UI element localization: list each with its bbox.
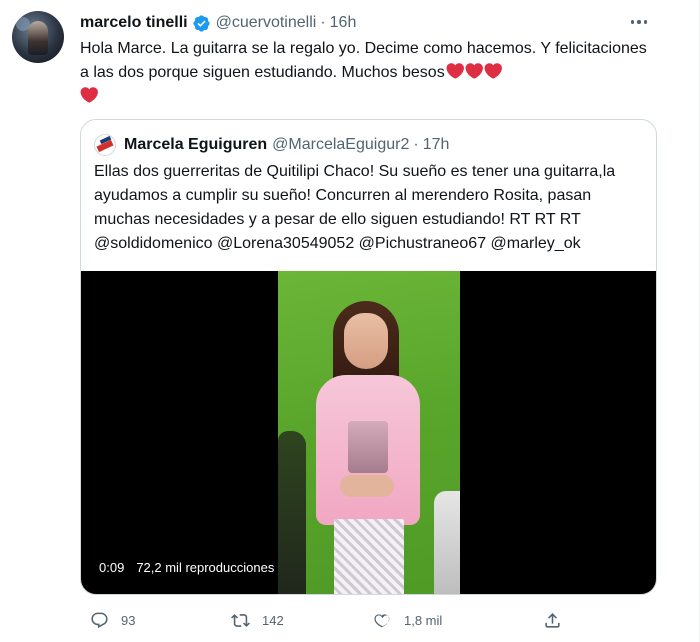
retweet-count: 142 [262, 612, 284, 628]
video-face [344, 313, 388, 369]
quoted-time[interactable]: 17h [423, 136, 450, 154]
quoted-author-name[interactable]: Marcela Eguiguren [124, 136, 267, 154]
share-icon [545, 612, 560, 628]
heart-emoji-icon [80, 87, 98, 103]
author-avatar[interactable] [12, 11, 64, 63]
tweet-header: marcelo tinelli @cuervotinelli · 16h [80, 12, 356, 34]
heart-emoji-icon [446, 63, 464, 79]
more-icon[interactable] [627, 12, 651, 32]
reply-count: 93 [121, 612, 136, 628]
reply-icon [91, 612, 108, 628]
like-count: 1,8 mil [404, 612, 443, 628]
video-figure-right [434, 491, 460, 594]
video-hoodie-print [348, 421, 388, 473]
video-player[interactable]: 0:09 72,2 mil reproducciones [81, 271, 656, 594]
tweet-text-body: Hola Marce. La guitarra se la regalo yo.… [80, 40, 647, 81]
video-figure-left [278, 431, 306, 594]
tweet-actions: 93 142 1,8 mil [80, 606, 580, 634]
video-frame [278, 271, 460, 594]
heart-emoji-icon [465, 63, 483, 79]
verified-icon [192, 14, 211, 33]
like-icon [374, 613, 390, 628]
video-hands [340, 475, 394, 497]
tweet[interactable]: marcelo tinelli @cuervotinelli · 16h Hol… [0, 0, 700, 642]
reply-button[interactable]: 93 [90, 606, 135, 634]
retweet-button[interactable]: 142 [231, 606, 284, 634]
avatar-figure [28, 21, 48, 55]
quoted-header: Marcela Eguiguren @MarcelaEguigur2 · 17h [94, 134, 449, 156]
author-handle[interactable]: @cuervotinelli [216, 14, 317, 32]
share-button[interactable] [543, 606, 562, 634]
retweet-icon [231, 613, 250, 627]
video-views: 72,2 mil reproducciones [136, 560, 275, 575]
heart-emoji-icon [484, 63, 502, 79]
quoted-text: Ellas dos guerreritas de Quitilipi Chaco… [94, 163, 616, 252]
tweet-text: Hola Marce. La guitarra se la regalo yo.… [80, 37, 655, 109]
video-pants [334, 519, 404, 594]
tweet-time[interactable]: 16h [330, 14, 357, 32]
quoted-avatar[interactable] [94, 134, 116, 156]
author-name[interactable]: marcelo tinelli [80, 14, 188, 32]
video-duration: 0:09 [99, 560, 125, 575]
separator: · [320, 14, 326, 31]
like-button[interactable]: 1,8 mil [373, 606, 442, 634]
quoted-separator: · [413, 136, 419, 153]
video-meta: 0:09 72,2 mil reproducciones [99, 560, 274, 575]
quoted-author-handle[interactable]: @MarcelaEguigur2 [272, 136, 409, 154]
quoted-tweet[interactable]: Marcela Eguiguren @MarcelaEguigur2 · 17h… [80, 119, 657, 595]
